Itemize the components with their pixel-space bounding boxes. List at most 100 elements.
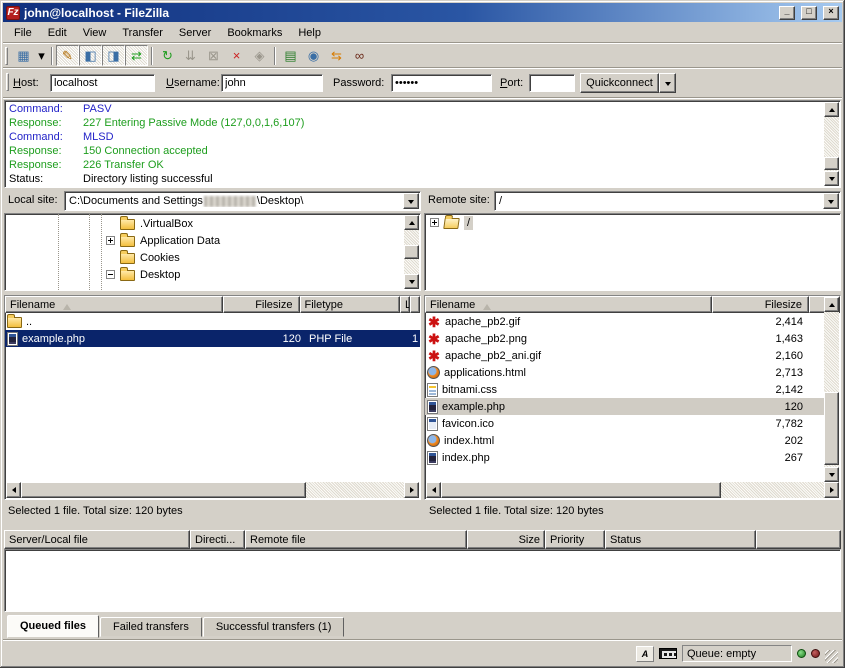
port-input[interactable] xyxy=(529,74,575,92)
remote-column-header-filesize[interactable]: Filesize xyxy=(712,296,809,313)
maximize-button[interactable]: □ xyxy=(801,6,817,20)
remote-file-row-index-html[interactable]: index.html202 xyxy=(425,432,824,449)
scroll-up-button[interactable] xyxy=(404,215,419,230)
synchronized-browsing-button[interactable]: ⇆ xyxy=(325,45,348,66)
username-input[interactable] xyxy=(221,74,323,92)
scroll-down-button[interactable] xyxy=(824,467,839,482)
local-file-row-example-php[interactable]: example.php120PHP File1 xyxy=(5,330,420,347)
tree-expander-icon[interactable] xyxy=(106,236,115,245)
scrollbar-thumb[interactable] xyxy=(441,482,721,498)
menu-view[interactable]: View xyxy=(75,25,115,41)
find-files-button[interactable]: ∞ xyxy=(348,45,371,66)
queue-column-header-status[interactable]: Status xyxy=(605,530,756,549)
menu-edit[interactable]: Edit xyxy=(40,25,75,41)
toggle-local-treeview-button[interactable]: ◧ xyxy=(79,45,102,66)
scrollbar-thumb[interactable] xyxy=(21,482,306,498)
remote-site-dropdown-button[interactable] xyxy=(823,193,839,209)
scrollbar-thumb[interactable] xyxy=(404,245,419,259)
queue-column-header-server-local-file[interactable]: Server/Local file xyxy=(4,530,190,549)
local-column-header-filesize[interactable]: Filesize xyxy=(223,296,299,313)
resize-grip[interactable] xyxy=(825,650,838,663)
local-site-dropdown-button[interactable] xyxy=(403,193,419,209)
tab-successful-transfers-1[interactable]: Successful transfers (1) xyxy=(203,617,345,637)
cancel-button[interactable]: ⊠ xyxy=(202,45,225,66)
disconnect-button[interactable]: × xyxy=(225,45,248,66)
host-input[interactable] xyxy=(50,74,155,92)
scroll-right-button[interactable] xyxy=(824,482,839,498)
local-column-header-last-modified[interactable]: Last modified xyxy=(400,296,410,313)
folder-icon xyxy=(120,253,135,264)
remote-file-row-bitnami-css[interactable]: bitnami.css2,142 xyxy=(425,381,824,398)
scrollbar-thumb[interactable] xyxy=(824,157,839,170)
remote-file-row-example-php[interactable]: example.php120 xyxy=(425,398,824,415)
local-tree-scrollbar[interactable] xyxy=(404,215,419,289)
toggle-transfer-queue-button[interactable]: ⇄ xyxy=(125,45,148,66)
toolbar-separator xyxy=(51,47,53,65)
menu-help[interactable]: Help xyxy=(290,25,329,41)
quickconnect-grip[interactable] xyxy=(6,73,9,91)
remote-site-combobox[interactable]: / xyxy=(494,191,841,211)
menu-server[interactable]: Server xyxy=(171,25,219,41)
queue-column-header-remote-file[interactable]: Remote file xyxy=(245,530,467,549)
vertical-splitter[interactable] xyxy=(421,191,424,523)
scroll-right-button[interactable] xyxy=(404,482,419,498)
remote-file-row-favicon-ico[interactable]: favicon.ico7,782 xyxy=(425,415,824,432)
log-scrollbar[interactable] xyxy=(824,102,839,186)
tab-queued-files[interactable]: Queued files xyxy=(7,615,99,638)
quickconnect-dropdown-button[interactable] xyxy=(659,73,676,93)
remote-tree-item-root[interactable]: / xyxy=(425,214,840,231)
password-input[interactable] xyxy=(391,74,492,92)
horizontal-splitter[interactable] xyxy=(4,291,841,295)
queue-column-header-directi[interactable]: Directi... xyxy=(190,530,245,549)
remote-column-header-filename[interactable]: Filename xyxy=(425,296,712,313)
remote-horizontal-scrollbar[interactable] xyxy=(426,482,839,498)
local-tree-item-cookies[interactable]: Cookies xyxy=(5,249,404,266)
local-column-header-filetype[interactable]: Filetype xyxy=(300,296,401,313)
local-column-header-filename[interactable]: Filename xyxy=(5,296,223,313)
minimize-button[interactable]: _ xyxy=(779,6,795,20)
menu-file[interactable]: File xyxy=(6,25,40,41)
site-manager-button[interactable]: ▦ xyxy=(12,45,35,66)
toolbar-grip[interactable] xyxy=(5,47,8,65)
site-manager-dropdown-button[interactable]: ▾ xyxy=(35,45,48,66)
scroll-up-button[interactable] xyxy=(824,297,839,312)
queue-column-header-priority[interactable]: Priority xyxy=(545,530,605,549)
scrollbar-thumb[interactable] xyxy=(824,392,839,465)
remote-file-row-apache-pb2-gif[interactable]: apache_pb2.gif2,414 xyxy=(425,313,824,330)
refresh-button[interactable]: ↻ xyxy=(156,45,179,66)
process-queue-button[interactable]: ⇊ xyxy=(179,45,202,66)
menu-transfer[interactable]: Transfer xyxy=(114,25,171,41)
scroll-down-button[interactable] xyxy=(824,171,839,186)
local-file-row-[interactable]: .. xyxy=(5,313,420,330)
local-tree-item-virtualbox[interactable]: .VirtualBox xyxy=(5,215,404,232)
remote-vertical-scrollbar[interactable] xyxy=(824,297,839,482)
scroll-down-button[interactable] xyxy=(404,274,419,289)
tab-failed-transfers[interactable]: Failed transfers xyxy=(100,617,202,637)
queue-splitter[interactable] xyxy=(4,523,841,530)
remote-file-row-apache-pb2-ani-gif[interactable]: apache_pb2_ani.gif2,160 xyxy=(425,347,824,364)
local-horizontal-scrollbar[interactable] xyxy=(6,482,419,498)
directory-comparison-button[interactable]: ◉ xyxy=(302,45,325,66)
title-bar[interactable]: Fz john@localhost - FileZilla _ □ × xyxy=(3,3,842,22)
scroll-left-button[interactable] xyxy=(6,482,21,498)
toggle-remote-treeview-button[interactable]: ◨ xyxy=(102,45,125,66)
remote-file-row-apache-pb2-png[interactable]: apache_pb2.png1,463 xyxy=(425,330,824,347)
toggle-message-log-button[interactable]: ✎ xyxy=(56,45,79,66)
directory-listing-filters-icon: ▤ xyxy=(284,49,296,62)
local-tree-item-application-data[interactable]: Application Data xyxy=(5,232,404,249)
menu-bookmarks[interactable]: Bookmarks xyxy=(219,25,290,41)
reconnect-button[interactable]: ◈ xyxy=(248,45,271,66)
queue-column-header-size[interactable]: Size xyxy=(467,530,545,549)
local-tree-item-desktop[interactable]: Desktop xyxy=(5,266,404,283)
scroll-left-button[interactable] xyxy=(426,482,441,498)
quickconnect-button[interactable]: Quickconnect xyxy=(580,73,659,93)
remote-file-row-applications-html[interactable]: applications.html2,713 xyxy=(425,364,824,381)
directory-listing-filters-button[interactable]: ▤ xyxy=(279,45,302,66)
tree-expander-icon[interactable] xyxy=(106,270,115,279)
tree-expander-icon[interactable] xyxy=(430,218,439,227)
scroll-up-button[interactable] xyxy=(824,102,839,117)
close-button[interactable]: × xyxy=(823,6,839,20)
remote-file-row-index-php[interactable]: index.php267 xyxy=(425,449,824,466)
local-site-combobox[interactable]: C:\Documents and Settings\Desktop\ xyxy=(64,191,421,211)
apache-icon xyxy=(427,332,441,346)
